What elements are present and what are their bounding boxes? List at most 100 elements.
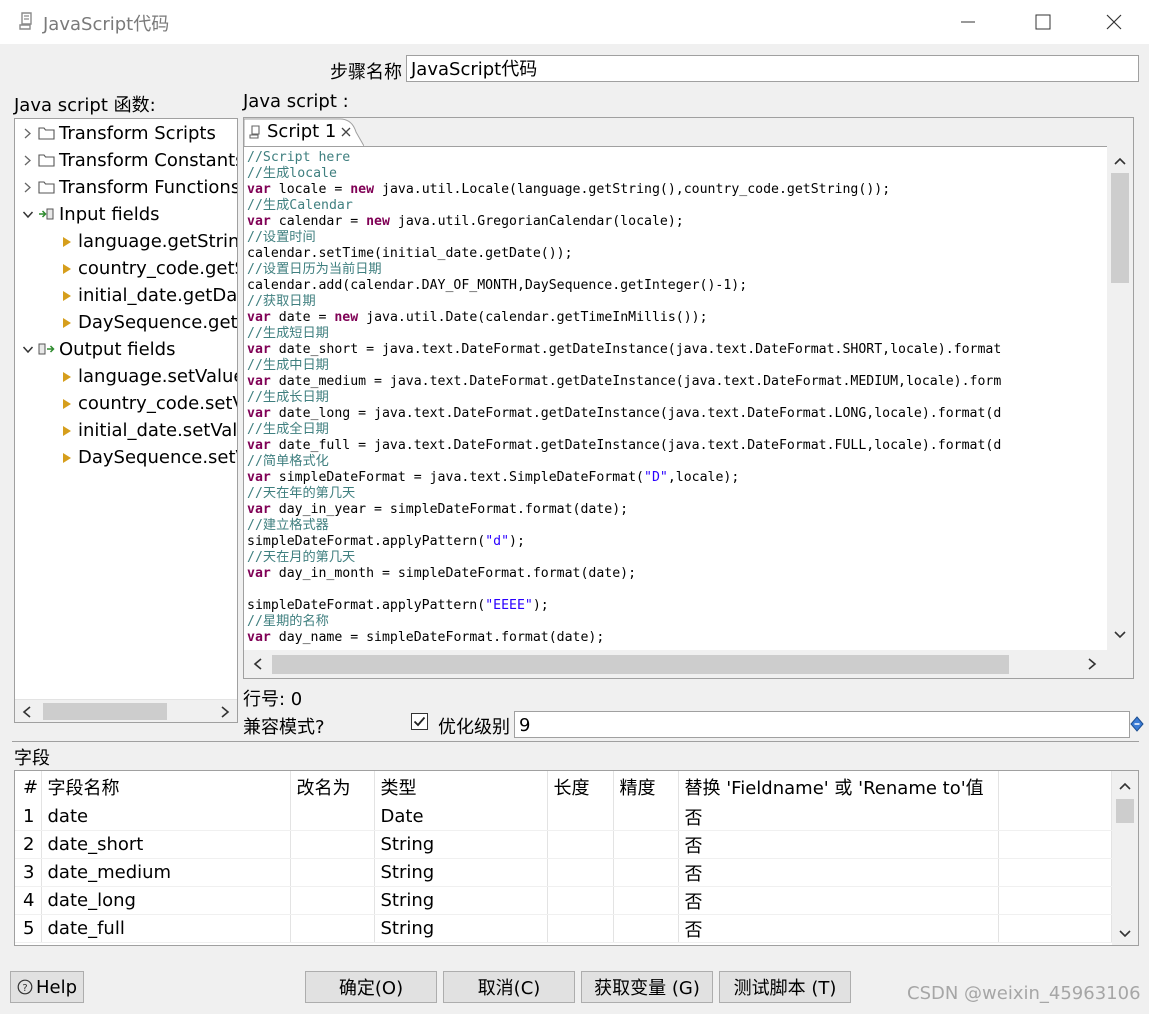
minimize-button[interactable]: [948, 8, 988, 36]
table-row[interactable]: 4 date_long String 否: [15, 886, 1112, 915]
table-cell[interactable]: Date: [374, 803, 548, 831]
field-arrow-icon: [63, 372, 71, 382]
close-button[interactable]: [1094, 8, 1134, 36]
table-cell[interactable]: String: [374, 858, 548, 887]
functions-tree[interactable]: Transform Scripts Transform Constants Tran…: [14, 118, 238, 723]
table-cell[interactable]: date_medium: [41, 858, 291, 887]
table-cell[interactable]: [290, 886, 375, 915]
scroll-left-icon[interactable]: [252, 657, 264, 671]
expand-icon[interactable]: [21, 174, 35, 201]
table-cell[interactable]: [613, 858, 679, 887]
code-text[interactable]: //Script here //生成locale var locale = ne…: [244, 147, 1107, 646]
column-header[interactable]: 类型: [374, 771, 548, 803]
code-vertical-scrollbar[interactable]: [1107, 146, 1133, 650]
tree-item-label: initial_date.getDat: [78, 285, 238, 306]
table-cell[interactable]: 否: [678, 886, 999, 915]
scroll-up-icon[interactable]: [1118, 781, 1132, 791]
code-hscroll-thumb[interactable]: [272, 655, 1009, 674]
table-cell[interactable]: String: [374, 830, 548, 859]
table-cell[interactable]: [547, 914, 614, 943]
table-row[interactable]: 2 date_short String 否: [15, 830, 1112, 859]
table-cell[interactable]: [547, 886, 614, 915]
tab-close-icon[interactable]: [341, 127, 351, 137]
minimize-icon: [961, 21, 975, 23]
tree-item-label: country_code.setVa: [78, 393, 238, 414]
column-header[interactable]: 改名为: [290, 771, 375, 803]
collapse-icon[interactable]: [21, 201, 35, 228]
table-cell-filler: [998, 803, 1112, 831]
optimization-level-input[interactable]: 9: [514, 711, 1130, 738]
folder-icon: [38, 127, 55, 140]
table-row[interactable]: 1 date Date 否: [15, 803, 1112, 831]
table-cell[interactable]: date_short: [41, 830, 291, 859]
tree-horizontal-scrollbar[interactable]: [15, 699, 237, 722]
collapse-icon[interactable]: [21, 336, 35, 363]
fields-label: 字段: [14, 748, 50, 769]
code-editor[interactable]: //Script here //生成locale var locale = ne…: [244, 146, 1107, 651]
table-cell[interactable]: 否: [678, 858, 999, 887]
table-cell[interactable]: [290, 803, 375, 831]
table-cell[interactable]: 2: [15, 830, 42, 859]
help-button[interactable]: ? Help: [10, 971, 84, 1003]
table-cell[interactable]: 4: [15, 886, 42, 915]
tree-item-label: country_code.getS: [78, 258, 238, 279]
optimization-checkbox[interactable]: [411, 713, 428, 730]
functions-label: Java script 函数:: [14, 95, 156, 116]
cancel-button[interactable]: 取消(C): [443, 971, 575, 1003]
table-cell[interactable]: 1: [15, 803, 42, 831]
table-cell[interactable]: 否: [678, 803, 999, 831]
table-cell-filler: [998, 830, 1112, 859]
table-cell[interactable]: String: [374, 914, 548, 943]
table-cell[interactable]: date_long: [41, 886, 291, 915]
table-row[interactable]: 5 date_full String 否: [15, 914, 1112, 943]
column-header[interactable]: 替换 'Fieldname' 或 'Rename to'值: [678, 771, 999, 803]
column-header[interactable]: 精度: [613, 771, 679, 803]
table-row[interactable]: 3 date_medium String 否: [15, 858, 1112, 887]
table-cell[interactable]: [613, 886, 679, 915]
column-header[interactable]: 长度: [547, 771, 614, 803]
table-cell[interactable]: String: [374, 886, 548, 915]
table-cell[interactable]: 否: [678, 914, 999, 943]
scroll-down-icon[interactable]: [1118, 929, 1132, 939]
tree-scroll-thumb[interactable]: [43, 703, 167, 720]
code-vscroll-thumb[interactable]: [1111, 173, 1129, 283]
scroll-right-icon[interactable]: [219, 705, 231, 719]
table-cell[interactable]: [613, 803, 679, 831]
code-horizontal-scrollbar[interactable]: [244, 650, 1107, 678]
table-cell[interactable]: [290, 858, 375, 887]
column-header[interactable]: #: [15, 771, 42, 803]
get-variables-button[interactable]: 获取变量 (G): [581, 971, 713, 1003]
table-cell[interactable]: [547, 803, 614, 831]
field-arrow-icon: [63, 453, 71, 463]
table-cell[interactable]: 否: [678, 830, 999, 859]
table-cell[interactable]: date: [41, 803, 291, 831]
expand-icon[interactable]: [21, 120, 35, 147]
scroll-right-icon[interactable]: [1086, 657, 1098, 671]
scroll-down-icon[interactable]: [1113, 630, 1127, 640]
test-script-button[interactable]: 测试脚本 (T): [719, 971, 851, 1003]
expand-icon[interactable]: [21, 147, 35, 174]
table-cell[interactable]: [547, 858, 614, 887]
tree-folder-label: Transform Constants: [59, 150, 238, 171]
table-cell[interactable]: date_full: [41, 914, 291, 943]
script-tab-label[interactable]: Script 1: [267, 121, 336, 142]
maximize-button[interactable]: [1023, 8, 1063, 36]
table-vertical-scrollbar[interactable]: [1112, 771, 1138, 945]
table-cell[interactable]: 3: [15, 858, 42, 887]
table-cell[interactable]: [613, 830, 679, 859]
step-name-input[interactable]: JavaScript代码: [406, 55, 1139, 82]
separator: [12, 741, 1139, 742]
table-cell[interactable]: [613, 914, 679, 943]
scroll-left-icon[interactable]: [21, 705, 33, 719]
table-cell[interactable]: [290, 830, 375, 859]
column-header[interactable]: 字段名称: [41, 771, 291, 803]
table-cell[interactable]: [547, 830, 614, 859]
variable-icon[interactable]: [1130, 716, 1144, 732]
table-cell[interactable]: 5: [15, 914, 42, 943]
scroll-corner: [1107, 650, 1133, 678]
table-cell[interactable]: [290, 914, 375, 943]
scroll-up-icon[interactable]: [1113, 156, 1127, 166]
table-vscroll-thumb[interactable]: [1116, 799, 1134, 823]
checkmark-icon: [413, 716, 426, 727]
ok-button[interactable]: 确定(O): [305, 971, 437, 1003]
